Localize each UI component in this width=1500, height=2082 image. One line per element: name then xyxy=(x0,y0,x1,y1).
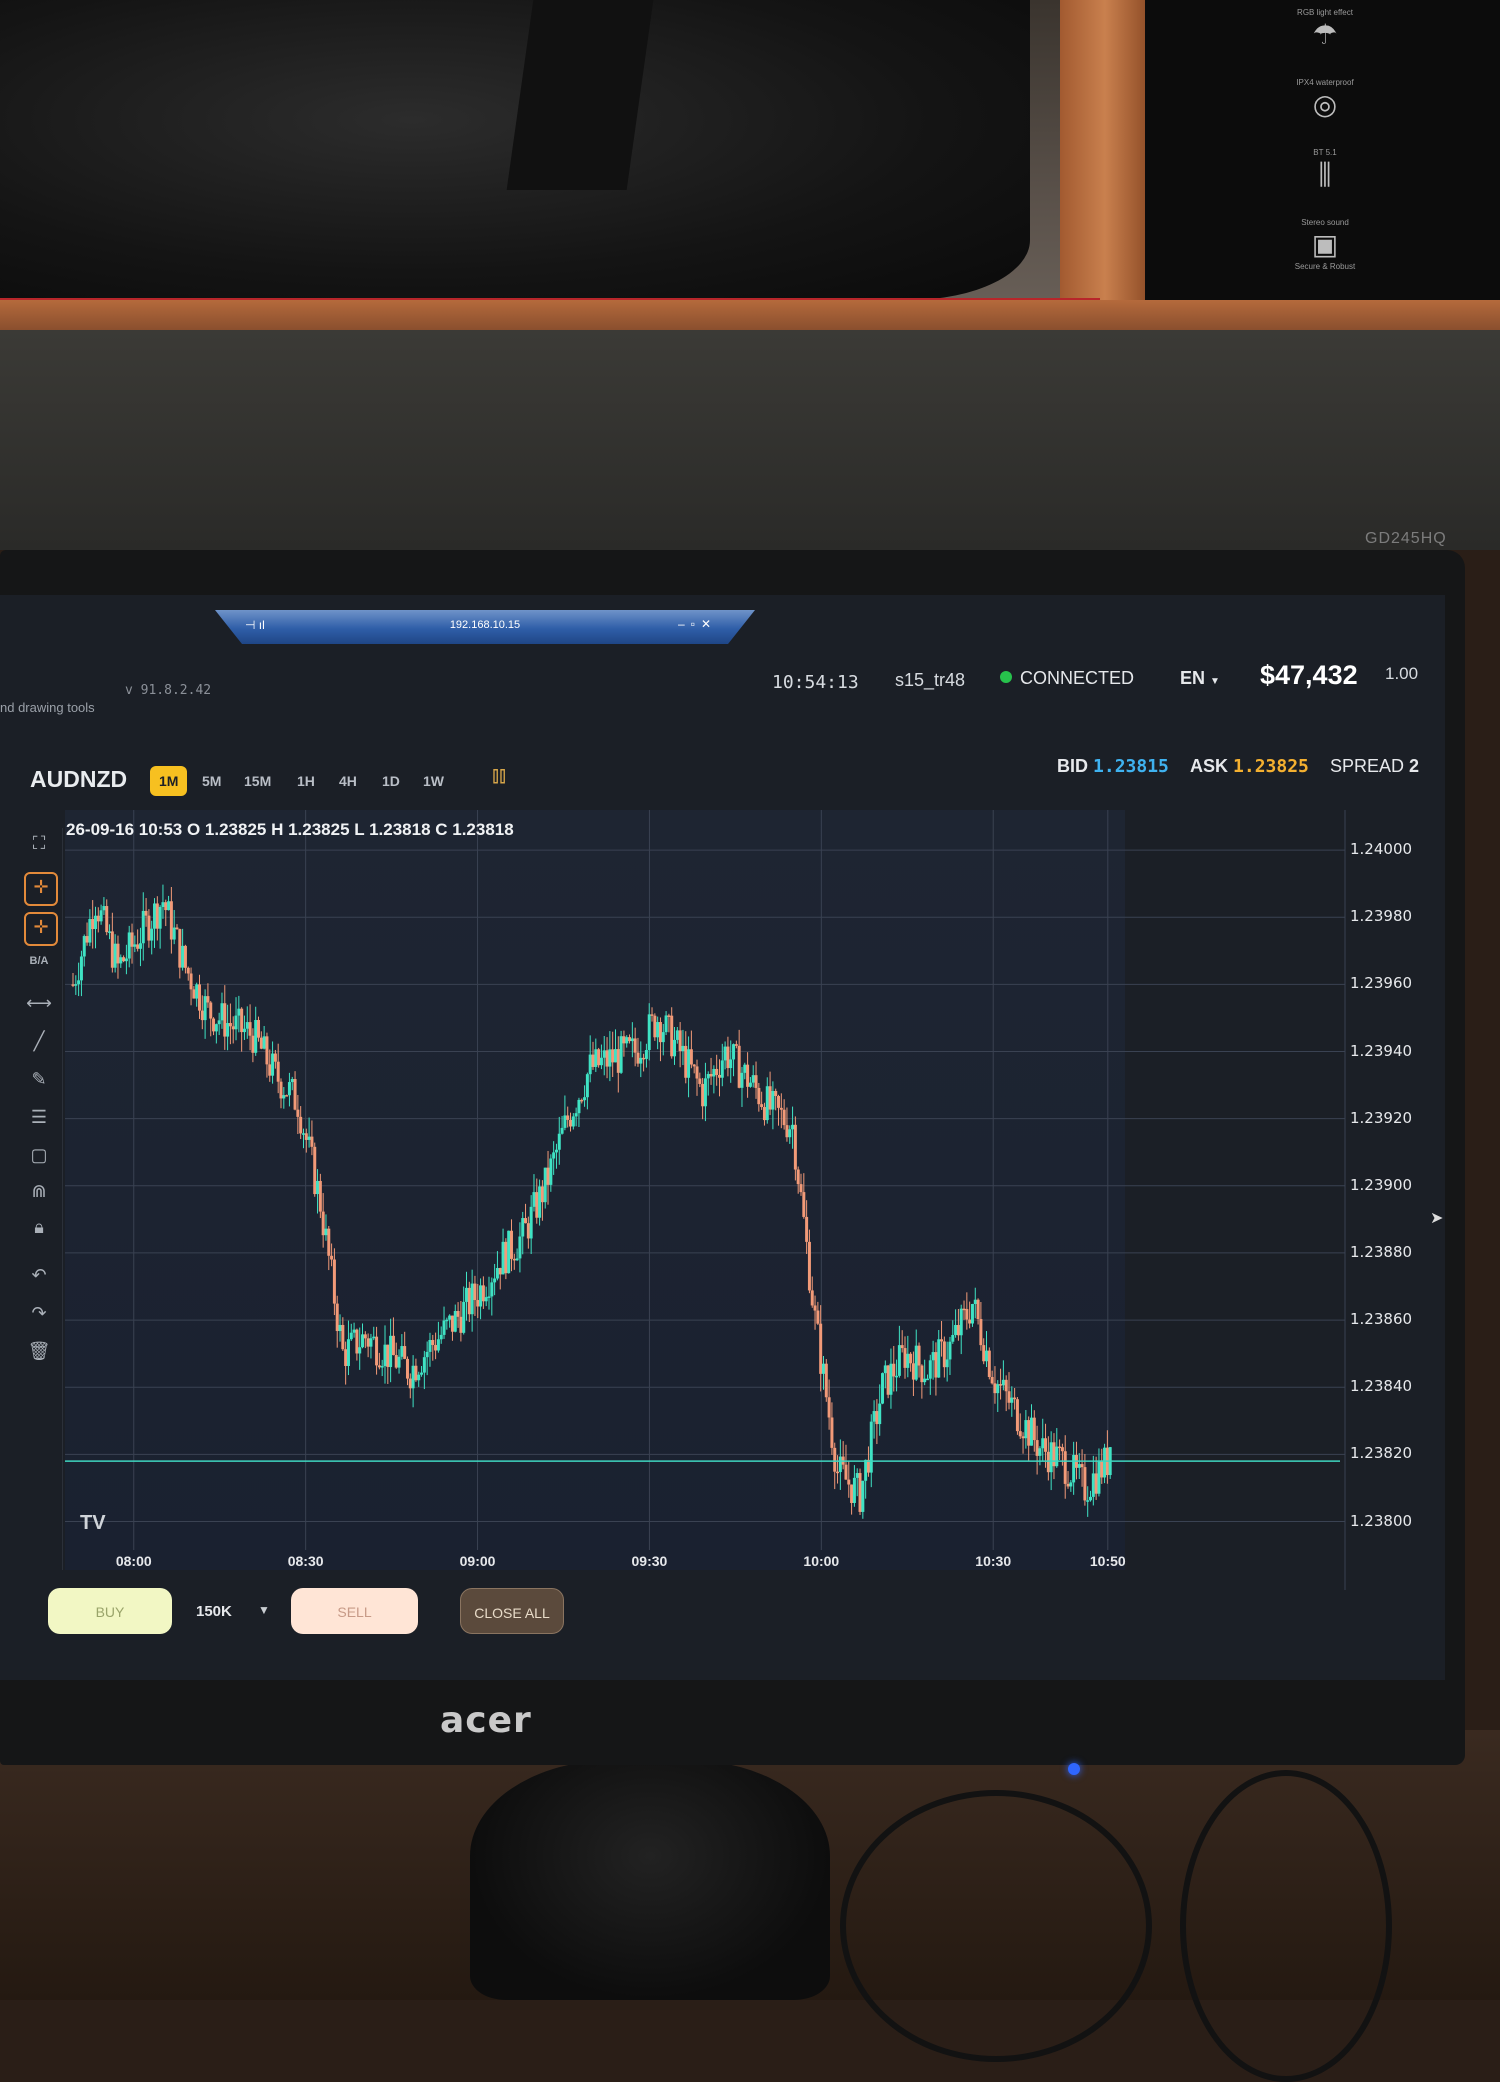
timeframe-1h[interactable]: 1H xyxy=(288,766,324,796)
time-tick-label: 09:00 xyxy=(459,1553,496,1569)
tradingview-logo: TV xyxy=(80,1512,106,1534)
status-dot-icon xyxy=(1000,671,1012,683)
chart-area[interactable] xyxy=(65,810,1125,1570)
measure-icon[interactable]: ⟷ xyxy=(24,988,54,1018)
trash-icon[interactable]: 🗑︎ xyxy=(24,1336,54,1366)
undo-icon[interactable]: ↶ xyxy=(24,1260,54,1290)
remote-desktop-bar[interactable]: ⊣ ıl 192.168.10.15 –▫✕ xyxy=(215,610,755,644)
close-all-button[interactable]: CLOSE ALL xyxy=(460,1588,564,1634)
fullscreen-icon[interactable]: ⛶ xyxy=(24,828,54,858)
price-tick-label: 1.24000 xyxy=(1350,840,1413,859)
mouse-cursor-icon: ➤ xyxy=(1430,1210,1444,1227)
timeframe-4h[interactable]: 4H xyxy=(330,766,366,796)
ask-label: ASK xyxy=(1190,756,1229,776)
time-tick-label: 08:30 xyxy=(287,1553,324,1569)
rectangle-icon[interactable]: ▢ xyxy=(24,1140,54,1170)
monitor-model-label: GD245HQ xyxy=(1365,530,1447,547)
wood-post xyxy=(1060,0,1150,305)
ask-quote: ASK 1.23825 xyxy=(1190,756,1309,777)
back-wall xyxy=(0,330,1500,550)
drawing-tools-label: nd drawing tools xyxy=(0,700,95,715)
timeframe-5m[interactable]: 5M xyxy=(193,766,230,796)
price-tick-label: 1.23800 xyxy=(1350,1511,1413,1530)
box-feature-label: BT 5.1 xyxy=(1313,148,1337,157)
line-icon[interactable]: ╱ xyxy=(24,1026,54,1056)
account-id: s15_tr48 xyxy=(895,670,966,690)
price-tick-label: 1.23940 xyxy=(1350,1041,1413,1060)
box-feature-label: IPX4 waterproof xyxy=(1296,78,1354,87)
lot-size[interactable]: 1.00 xyxy=(1385,664,1418,684)
lock-icon[interactable]: 🔒︎ xyxy=(24,1212,54,1242)
timeframe-1d[interactable]: 1D xyxy=(373,766,409,796)
sell-button[interactable]: SELL xyxy=(291,1588,418,1634)
spread-value: 2 xyxy=(1409,756,1420,776)
wireless-icon: ◎ xyxy=(1312,89,1338,120)
remote-address: 192.168.10.15 xyxy=(449,619,521,631)
box-feature-label: RGB light effect xyxy=(1297,8,1353,17)
version-label: v 91.8.2.42 xyxy=(125,683,212,698)
timeframe-15m[interactable]: 15M xyxy=(235,766,280,796)
shelf-edge xyxy=(0,300,1500,330)
price-tick-label: 1.23820 xyxy=(1350,1444,1413,1463)
time-tick-label: 08:00 xyxy=(115,1553,152,1569)
bid-value: 1.23815 xyxy=(1093,756,1169,777)
bid-quote: BID 1.23815 xyxy=(1057,756,1169,777)
power-led-icon xyxy=(1068,1763,1080,1775)
connection-status-label: CONNECTED xyxy=(1020,668,1135,688)
language-select[interactable]: EN ▼ xyxy=(1180,668,1220,689)
price-tick-label: 1.23960 xyxy=(1350,974,1413,993)
box-feature-light: RGB light effect ☂ xyxy=(1270,8,1380,52)
timeframe-1w[interactable]: 1W xyxy=(414,766,453,796)
price-tick-label: 1.23900 xyxy=(1350,1175,1413,1194)
chevron-down-icon[interactable]: ▼ xyxy=(258,1603,270,1617)
symbol-selector[interactable]: AUDNZD xyxy=(30,766,127,793)
price-tick-label: 1.23980 xyxy=(1350,907,1413,926)
time-tick-label: 10:00 xyxy=(803,1553,840,1569)
price-tick-label: 1.23860 xyxy=(1350,1310,1413,1329)
cable xyxy=(1180,1770,1392,2082)
box-feature-label: Stereo sound xyxy=(1301,218,1349,227)
order-size-select[interactable]: 150K xyxy=(196,1603,232,1620)
sound-wave-icon: ⫼ xyxy=(1318,159,1332,190)
pencil-icon[interactable]: ✎ xyxy=(24,1064,54,1094)
umbrella-icon: ☂ xyxy=(1312,19,1338,50)
monitor-brand-logo: acer xyxy=(440,1700,532,1741)
drawing-toolbar: ⛶ ✛ ✛ B/A ⟷ ╱ ✎ ☰ ▢ ⋒ 🔒︎ ↶ ↷ 🗑︎ xyxy=(18,828,63,1570)
ask-value: 1.23825 xyxy=(1233,756,1309,777)
speaker-box-icon: ▣ xyxy=(1311,229,1339,260)
monitor-stand xyxy=(470,1760,830,2000)
timeframe-1m[interactable]: 1M xyxy=(150,766,188,796)
fib-icon[interactable]: ☰ xyxy=(24,1102,54,1132)
box-feature-waterproof: IPX4 waterproof ◎ xyxy=(1270,78,1380,122)
chevron-down-icon: ▼ xyxy=(1210,676,1220,687)
redo-icon[interactable]: ↷ xyxy=(24,1298,54,1328)
crosshair-icon[interactable]: ✛ xyxy=(24,872,58,906)
magnet-icon[interactable]: ⋒ xyxy=(24,1176,54,1206)
bid-ask-toggle[interactable]: B/A xyxy=(24,946,54,976)
window-controls[interactable]: –▫✕ xyxy=(678,617,717,631)
time-tick-label: 09:30 xyxy=(631,1553,668,1569)
spread-quote: SPREAD 2 xyxy=(1330,756,1419,777)
clock: 10:54:13 xyxy=(772,672,859,693)
account-balance: $47,432 xyxy=(1260,660,1358,690)
bid-label: BID xyxy=(1057,756,1088,776)
box-feature-label: Secure & Robust xyxy=(1294,262,1356,271)
price-tick-label: 1.23880 xyxy=(1350,1242,1413,1261)
ohlc-readout: 26-09-16 10:53 O 1.23825 H 1.23825 L 1.2… xyxy=(66,820,514,839)
buy-button[interactable]: BUY xyxy=(48,1588,172,1634)
crosshair-alt-icon[interactable]: ✛ xyxy=(24,912,58,946)
language-label: EN xyxy=(1180,668,1206,688)
box-feature-stereo: Stereo sound ▣ Secure & Robust xyxy=(1270,218,1380,272)
cable xyxy=(840,1790,1152,2062)
connection-status: CONNECTED xyxy=(1000,668,1134,689)
candlestick-type-icon[interactable]: ⫾⫾ xyxy=(492,762,506,788)
box-feature-bt: BT 5.1 ⫼ xyxy=(1270,148,1380,192)
time-tick-label: 10:30 xyxy=(975,1553,1012,1569)
time-tick-label: 10:50 xyxy=(1089,1553,1126,1569)
spread-label: SPREAD xyxy=(1330,756,1405,776)
price-tick-label: 1.23840 xyxy=(1350,1377,1413,1396)
price-tick-label: 1.23920 xyxy=(1350,1108,1413,1127)
